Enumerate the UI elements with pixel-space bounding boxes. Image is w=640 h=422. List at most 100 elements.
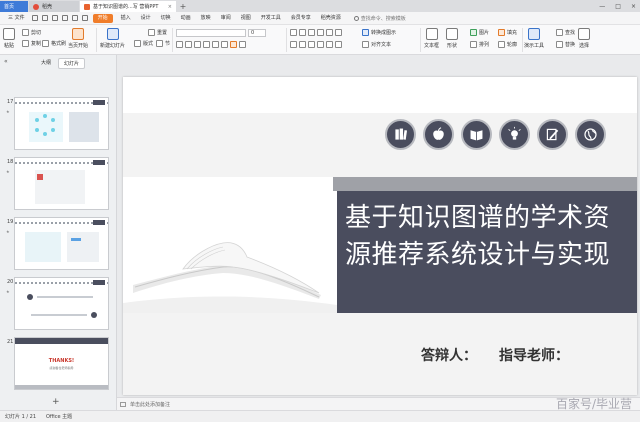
list-buttons[interactable] (290, 29, 342, 36)
convert-smartart-button[interactable]: 转换成图示 (362, 29, 396, 36)
section-icon (156, 40, 163, 47)
section-label: 节 (165, 41, 171, 47)
arrange-button[interactable]: 排列 (470, 41, 489, 48)
copy-button[interactable]: 复制 (22, 40, 41, 47)
replace-button[interactable]: 替换 (556, 41, 575, 48)
menu-docer-resources[interactable]: 稻壳资源 (316, 12, 346, 25)
presenter-info[interactable]: 答辩人： 指导老师： (421, 345, 569, 365)
slide-thumbnail-19[interactable] (14, 217, 109, 270)
thumb-diagram (67, 232, 99, 262)
picture-icon (470, 29, 477, 36)
search-placeholder: 查找命令、搜索模板 (360, 15, 406, 22)
redo-icon[interactable] (81, 15, 88, 21)
menu-view[interactable]: 视图 (236, 12, 256, 25)
new-slide-button[interactable]: 新建幻灯片 (100, 28, 125, 49)
ppt-icon (84, 3, 90, 10)
menu-member[interactable]: 会员专享 (286, 12, 316, 25)
indent-decrease-icon (308, 29, 315, 36)
maximize-icon[interactable]: □ (615, 3, 621, 10)
lightbulb-icon (499, 119, 530, 150)
arrange-icon (470, 41, 477, 48)
save-icon[interactable] (31, 15, 38, 21)
preview-icon[interactable] (61, 15, 68, 21)
numbered-list-icon (299, 29, 306, 36)
font-name-select[interactable] (176, 29, 246, 37)
thumb-node (35, 118, 39, 122)
new-tab-button[interactable]: + (177, 1, 189, 12)
slide-thumbnail-21[interactable]: THANKS! 感谢各位老师指导 (14, 337, 109, 390)
undo-icon[interactable] (71, 15, 78, 21)
print-icon[interactable] (51, 15, 58, 21)
icon-row (385, 119, 606, 150)
menu-insert[interactable]: 插入 (116, 12, 136, 25)
paste-button[interactable]: 粘贴 (3, 28, 15, 49)
ribbon-divider (286, 28, 287, 52)
current-slide[interactable]: 基于知识图谱的学术资 源推荐系统设计与实现 答辩人： 指导老师： (123, 77, 637, 395)
font-size-select[interactable]: 0 (248, 29, 266, 37)
menu-slideshow[interactable]: 放映 (196, 12, 216, 25)
slides-pane: « 大纲 幻灯片 17 ★ 18 ★ 19 ★ 20 ★ 21 THANKS! … (0, 55, 117, 410)
scissors-icon (22, 29, 29, 36)
select-button[interactable]: 选择 (578, 28, 590, 49)
slide-thumbnail-18[interactable] (14, 157, 109, 210)
font-color-icon (230, 41, 237, 48)
menu-developer[interactable]: 开发工具 (256, 12, 286, 25)
reset-button[interactable]: 重置 (148, 29, 167, 36)
close-window-icon[interactable]: × (631, 3, 636, 10)
play-from-current-button[interactable]: 当页开始 (68, 28, 88, 49)
menu-review[interactable]: 审阅 (216, 12, 236, 25)
find-label: 查找 (565, 30, 576, 36)
copy-icon (22, 40, 29, 47)
columns-icon (335, 41, 342, 48)
align-buttons[interactable] (290, 41, 342, 48)
thumb-diagram (25, 232, 61, 262)
notes-toggle-icon[interactable] (120, 401, 126, 407)
slide-thumbnail-20[interactable] (14, 277, 109, 330)
minimize-icon[interactable]: — (599, 3, 605, 10)
thumb-text (37, 296, 93, 298)
menu-animation[interactable]: 动画 (176, 12, 196, 25)
menu-design[interactable]: 设计 (136, 12, 156, 25)
tab-document[interactable]: 基于知识图谱的...写 营销PPT × (80, 1, 176, 12)
section-button[interactable]: 节 (156, 40, 170, 47)
menu-bar: 三 文件 开始 插入 设计 切换 动画 放映 审阅 视图 开发工具 会员专享 稻… (0, 12, 640, 25)
thumb-node (51, 128, 55, 132)
command-search[interactable]: 查找命令、搜索模板 (353, 15, 406, 22)
fill-button[interactable]: 填充 (498, 29, 517, 36)
presenter-icon (528, 28, 540, 40)
text-align-icon (362, 41, 369, 48)
export-icon[interactable] (41, 15, 48, 21)
thumb-node (43, 132, 47, 136)
slide-title-line-2: 源推荐系统设计与实现 (345, 240, 611, 270)
slide-thumbnail-17[interactable] (14, 97, 109, 150)
format-painter-button[interactable]: 格式刷 (42, 40, 66, 47)
menu-start[interactable]: 开始 (92, 13, 113, 23)
picture-button[interactable]: 图片 (470, 29, 489, 36)
outline-button[interactable]: 轮廓 (498, 41, 517, 48)
find-button[interactable]: 查找 (556, 29, 575, 36)
tab-docer[interactable]: 稻壳 (29, 1, 79, 12)
add-slide-button[interactable]: + (52, 397, 60, 407)
close-tab-icon[interactable]: × (168, 4, 172, 10)
cut-button[interactable]: 剪切 (22, 29, 41, 36)
ribbon-divider (522, 28, 523, 52)
menu-transition[interactable]: 切换 (156, 12, 176, 25)
text-box-button[interactable]: 文本框 (424, 28, 439, 49)
tab-slides[interactable]: 幻灯片 (58, 58, 86, 69)
collapse-pane-icon[interactable]: « (4, 58, 8, 65)
text-align-button[interactable]: 对齐文本 (362, 41, 391, 48)
file-menu[interactable]: 三 文件 (3, 12, 30, 25)
find-icon (556, 29, 563, 36)
presenter-tools-button[interactable]: 演示工具 (524, 28, 544, 49)
shape-button[interactable]: 形状 (446, 28, 458, 49)
text-align-label: 对齐文本 (371, 42, 392, 48)
outline-icon (498, 41, 505, 48)
slide-canvas: 基于知识图谱的学术资 源推荐系统设计与实现 答辩人： 指导老师： (117, 55, 640, 397)
slide-title-box[interactable]: 基于知识图谱的学术资 源推荐系统设计与实现 (337, 191, 637, 313)
ribbon-divider (96, 28, 97, 52)
layout-button[interactable]: 版式 (134, 40, 153, 47)
copy-label: 复制 (31, 41, 42, 47)
tab-outline[interactable]: 大纲 (36, 58, 56, 69)
tab-home[interactable]: 首页 (0, 1, 28, 12)
font-style-buttons[interactable] (176, 41, 246, 48)
